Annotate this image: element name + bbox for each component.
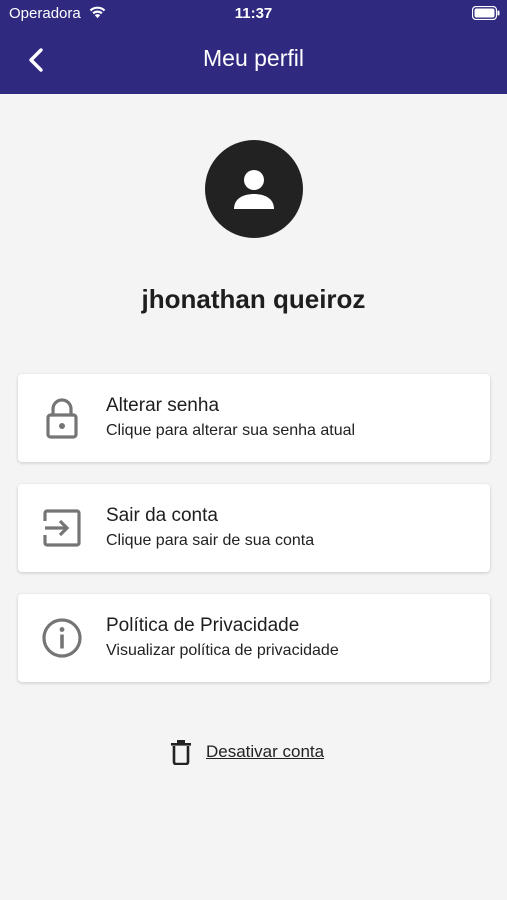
battery-icon (472, 6, 500, 20)
info-icon (42, 618, 82, 658)
page-title: Meu perfil (203, 45, 304, 71)
card-subtitle: Clique para alterar sua senha atual (106, 422, 356, 439)
logout-card[interactable]: Sair da conta Clique para sair de sua co… (18, 484, 490, 572)
trash-icon (171, 740, 191, 765)
privacy-policy-card[interactable]: Política de Privacidade Visualizar polít… (18, 594, 490, 682)
clock: 11:37 (234, 5, 273, 22)
person-icon (234, 170, 274, 209)
avatar (205, 140, 303, 238)
change-password-card[interactable]: Alterar senha Clique para alterar sua se… (18, 374, 490, 462)
deactivate-account-label[interactable]: Desativar conta (206, 742, 324, 762)
logout-icon (43, 509, 81, 547)
deactivate-account-button[interactable]: Desativar conta (170, 738, 324, 766)
lock-icon (46, 398, 78, 439)
user-name: jhonathan queiroz (141, 284, 366, 314)
app-header: Operadora 11:37 Meu perfil (0, 0, 507, 94)
status-bar: Operadora 11:37 (0, 0, 507, 28)
card-title: Política de Privacidade (106, 615, 300, 636)
card-subtitle: Clique para sair de sua conta (106, 532, 315, 549)
card-subtitle: Visualizar política de privacidade (106, 642, 339, 659)
card-title: Alterar senha (106, 395, 220, 416)
card-title: Sair da conta (106, 505, 218, 526)
